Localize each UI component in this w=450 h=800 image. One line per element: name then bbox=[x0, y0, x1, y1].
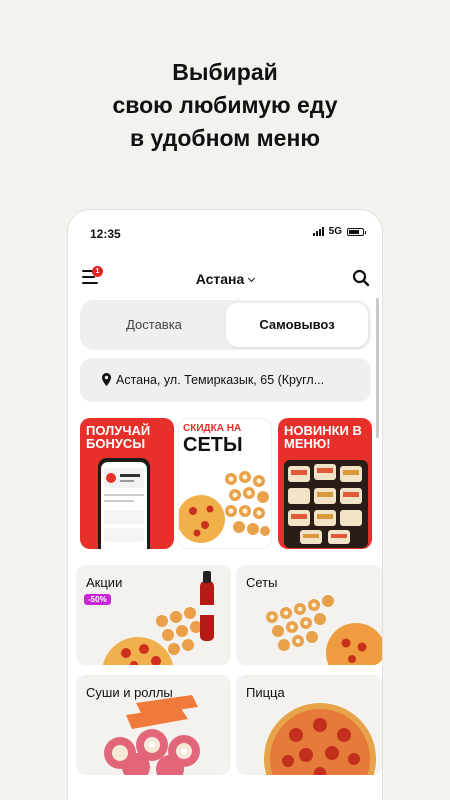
status-bar: 12:35 5G bbox=[68, 210, 382, 254]
headline-line-1: Выбирай bbox=[172, 59, 278, 85]
category-sets[interactable]: Сеты bbox=[236, 565, 382, 665]
category-sushi-rolls[interactable]: Суши и роллы bbox=[76, 675, 231, 775]
address-text: Астана, ул. Темирказык, 65 (Кругл... bbox=[116, 373, 325, 387]
headline-line-2: свою любимую еду bbox=[112, 92, 338, 118]
banner-new-items[interactable]: НОВИНКИ В МЕНЮ! bbox=[278, 418, 372, 549]
phone-frame: 12:35 5G 1 Астана Доставка Самовывоз Аст… bbox=[68, 210, 382, 800]
chevron-down-icon bbox=[248, 274, 256, 283]
status-icons: 5G bbox=[312, 226, 366, 237]
promo-headline: Выбирай свою любимую еду в удобном меню bbox=[0, 56, 450, 155]
phone-app-image bbox=[98, 458, 150, 549]
sushi-set-image bbox=[179, 471, 270, 543]
sale-badge: -50% bbox=[84, 594, 111, 605]
tab-pickup[interactable]: Самовывоз bbox=[226, 303, 368, 347]
search-icon[interactable] bbox=[352, 269, 370, 287]
battery-icon bbox=[347, 227, 366, 236]
category-sushi-label: Суши и роллы bbox=[86, 685, 173, 700]
city-selector[interactable]: Астана bbox=[68, 271, 382, 287]
network-label: 5G bbox=[328, 226, 342, 237]
promo-banners: ПОЛУЧАЙ БОНУСЫ СКИДКА НА СЕТЫ НОВИНКИ В … bbox=[80, 418, 374, 550]
status-time: 12:35 bbox=[90, 227, 121, 241]
category-pizza[interactable]: Пицца bbox=[236, 675, 382, 775]
banner-sets-discount[interactable]: СКИДКА НА СЕТЫ bbox=[178, 418, 272, 549]
app-header: 1 Астана bbox=[68, 266, 382, 294]
banner-bonuses[interactable]: ПОЛУЧАЙ БОНУСЫ bbox=[80, 418, 174, 549]
signal-icon bbox=[312, 227, 324, 236]
tab-delivery[interactable]: Доставка bbox=[83, 303, 225, 347]
category-promotions[interactable]: Акции -50% bbox=[76, 565, 231, 665]
headline-line-3: в удобном меню bbox=[130, 125, 320, 151]
location-pin-icon bbox=[102, 373, 111, 386]
delivery-mode-toggle: Доставка Самовывоз bbox=[80, 300, 371, 350]
category-pizza-label: Пицца bbox=[246, 685, 285, 700]
category-sets-label: Сеты bbox=[246, 575, 278, 590]
city-label: Астана bbox=[195, 271, 245, 287]
scrollbar[interactable] bbox=[376, 298, 379, 438]
category-promotions-label: Акции bbox=[86, 575, 123, 590]
rolls-image bbox=[284, 460, 368, 548]
address-field[interactable]: Астана, ул. Темирказык, 65 (Кругл... bbox=[80, 358, 371, 402]
